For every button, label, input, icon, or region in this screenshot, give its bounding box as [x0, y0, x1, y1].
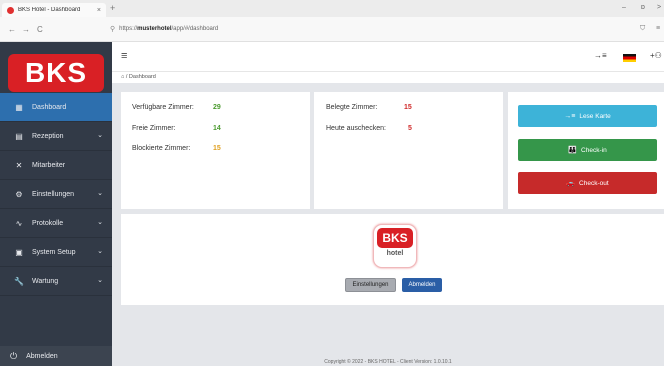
breadcrumb-text: / Dashboard	[125, 74, 156, 80]
sidebar-item-dashboard[interactable]: ▦ Dashboard	[0, 93, 112, 122]
server-icon: ▣	[15, 247, 23, 257]
browser-tab-bar: BKS Hotel - Dashboard × + – ɒ >	[0, 0, 664, 17]
footer-copyright: Copyright © 2022 - BKS HOTEL - Client Ve…	[112, 358, 664, 366]
sidebar-item-label: Einstellungen	[32, 190, 75, 198]
favicon-icon	[7, 6, 14, 14]
logout-button[interactable]: Abmelden	[402, 278, 442, 292]
url-prefix: https://	[119, 26, 138, 32]
wrench-icon: 🔧	[14, 276, 24, 286]
dashboard-icon: ▦	[15, 102, 23, 112]
tab-close-icon[interactable]: ×	[97, 7, 101, 14]
sidebar-item-label: Wartung	[32, 277, 59, 285]
read-card-label: Lese Karte	[579, 112, 611, 120]
power-icon: ⏻	[10, 350, 18, 361]
sidebar-item-label: Dashboard	[32, 103, 67, 111]
search-icon: ⚲	[110, 26, 116, 33]
stat-row: Heute auschecken: 5	[326, 125, 412, 132]
logo-text: BKS	[24, 57, 88, 88]
stat-value: 29	[213, 104, 221, 111]
hamburger-icon[interactable]: ≡	[121, 50, 127, 62]
sidebar-item-wartung[interactable]: 🔧 Wartung ⌄	[0, 267, 112, 296]
chevron-down-icon: ⌄	[97, 248, 103, 255]
stat-label: Blockierte Zimmer:	[132, 145, 191, 152]
family-icon: 👪	[568, 147, 578, 154]
occupancy-card: Belegte Zimmer: 15 Heute auschecken: 5	[314, 92, 503, 209]
stat-value: 5	[408, 125, 412, 132]
forward-icon[interactable]: →	[22, 25, 30, 34]
tools-icon: ✕	[15, 160, 23, 170]
check-in-label: Check-in	[581, 146, 607, 154]
sidebar-item-system-setup[interactable]: ▣ System Setup ⌄	[0, 238, 112, 267]
bks-hotel-logo: BKS hotel	[373, 224, 417, 268]
sidebar-item-rezeption[interactable]: ▤ Rezeption ⌄	[0, 122, 112, 151]
breadcrumb: ⌂ / Dashboard	[112, 72, 664, 83]
main-content: Verfügbare Zimmer: 29 Freie Zimmer: 14 B…	[112, 83, 664, 358]
sidebar-logout-label: Abmelden	[26, 352, 58, 360]
car-icon: 🚗	[566, 180, 576, 187]
sidebar-logout[interactable]: ⏻ Abmelden	[0, 346, 112, 366]
new-tab-button[interactable]: +	[110, 3, 115, 13]
reload-icon[interactable]: C	[37, 25, 43, 34]
login-icon[interactable]: →≡	[594, 51, 607, 60]
room-stats-card: Verfügbare Zimmer: 29 Freie Zimmer: 14 B…	[121, 92, 310, 209]
restore-icon[interactable]: ɒ	[641, 4, 645, 11]
address-bar-row: ← → C ⚲ https:// musterhotel /app/#/dash…	[0, 17, 664, 42]
sidebar-item-protokolle[interactable]: ∿ Protokolle ⌄	[0, 209, 112, 238]
url-input[interactable]: ⚲ https:// musterhotel /app/#/dashboard	[110, 22, 590, 36]
bks-logo[interactable]: BKS	[8, 54, 104, 92]
stat-value: 15	[404, 104, 412, 111]
browser-tab[interactable]: BKS Hotel - Dashboard ×	[2, 3, 106, 17]
check-out-label: Check-out	[579, 179, 609, 187]
browser-menu-icon[interactable]: ≡	[656, 25, 660, 32]
url-host: musterhotel	[137, 26, 172, 32]
check-out-button[interactable]: 🚗 Check-out	[518, 172, 657, 194]
sidebar-menu: ▦ Dashboard ▤ Rezeption ⌄ ✕ Mitarbeiter …	[0, 93, 112, 296]
minimize-icon[interactable]: –	[622, 4, 626, 11]
german-flag-icon[interactable]	[623, 54, 636, 62]
home-icon[interactable]: ⌂	[121, 74, 124, 80]
sidebar: BKS ▦ Dashboard ▤ Rezeption ⌄ ✕ Mitarbei…	[0, 42, 112, 366]
chevron-down-icon: ⌄	[97, 190, 103, 197]
stat-row: Verfügbare Zimmer: 29	[132, 104, 221, 111]
chart-line-icon: ∿	[15, 218, 23, 228]
user-add-icon[interactable]: +⚇	[650, 51, 662, 60]
sidebar-item-label: Protokolle	[32, 219, 64, 227]
chevron-down-icon: ⌄	[97, 132, 103, 139]
chevron-down-icon: ⌄	[97, 277, 103, 284]
stat-label: Verfügbare Zimmer:	[132, 104, 194, 111]
tab-title: BKS Hotel - Dashboard	[18, 7, 81, 13]
stat-value: 14	[213, 125, 221, 132]
card-reader-icon: →≡	[564, 112, 576, 120]
stat-label: Heute auschecken:	[326, 125, 386, 132]
stat-label: Freie Zimmer:	[132, 125, 176, 132]
sidebar-item-mitarbeiter[interactable]: ✕ Mitarbeiter	[0, 151, 112, 180]
chevron-down-icon: ⌄	[97, 219, 103, 226]
url-path: /app/#/dashboard	[171, 26, 219, 32]
settings-button[interactable]: Einstellungen	[345, 278, 396, 292]
check-in-button[interactable]: 👪 Check-in	[518, 139, 657, 161]
stat-value: 15	[213, 145, 221, 152]
back-icon[interactable]: ←	[8, 25, 16, 34]
sidebar-item-label: Rezeption	[32, 132, 64, 140]
stat-label: Belegte Zimmer:	[326, 104, 378, 111]
stat-row: Belegte Zimmer: 15	[326, 104, 412, 111]
calendar-icon: ▤	[15, 131, 23, 141]
actions-card: →≡ Lese Karte 👪 Check-in 🚗 Check-out	[508, 92, 664, 209]
bks-hotel-logo-text: BKS	[377, 228, 413, 248]
sidebar-item-einstellungen[interactable]: ⚙ Einstellungen ⌄	[0, 180, 112, 209]
top-bar: ≡ →≡ +⚇	[112, 42, 664, 72]
sidebar-item-label: System Setup	[32, 248, 76, 256]
sidebar-item-label: Mitarbeiter	[32, 161, 66, 169]
read-card-button[interactable]: →≡ Lese Karte	[518, 105, 657, 127]
shield-icon[interactable]: ⛉	[640, 25, 645, 33]
gear-icon: ⚙	[15, 189, 23, 199]
bks-hotel-logo-subtext: hotel	[386, 250, 404, 257]
window-close-icon[interactable]: >	[657, 4, 661, 11]
stat-row: Freie Zimmer: 14	[132, 125, 221, 132]
stat-row: Blockierte Zimmer: 15	[132, 145, 221, 152]
